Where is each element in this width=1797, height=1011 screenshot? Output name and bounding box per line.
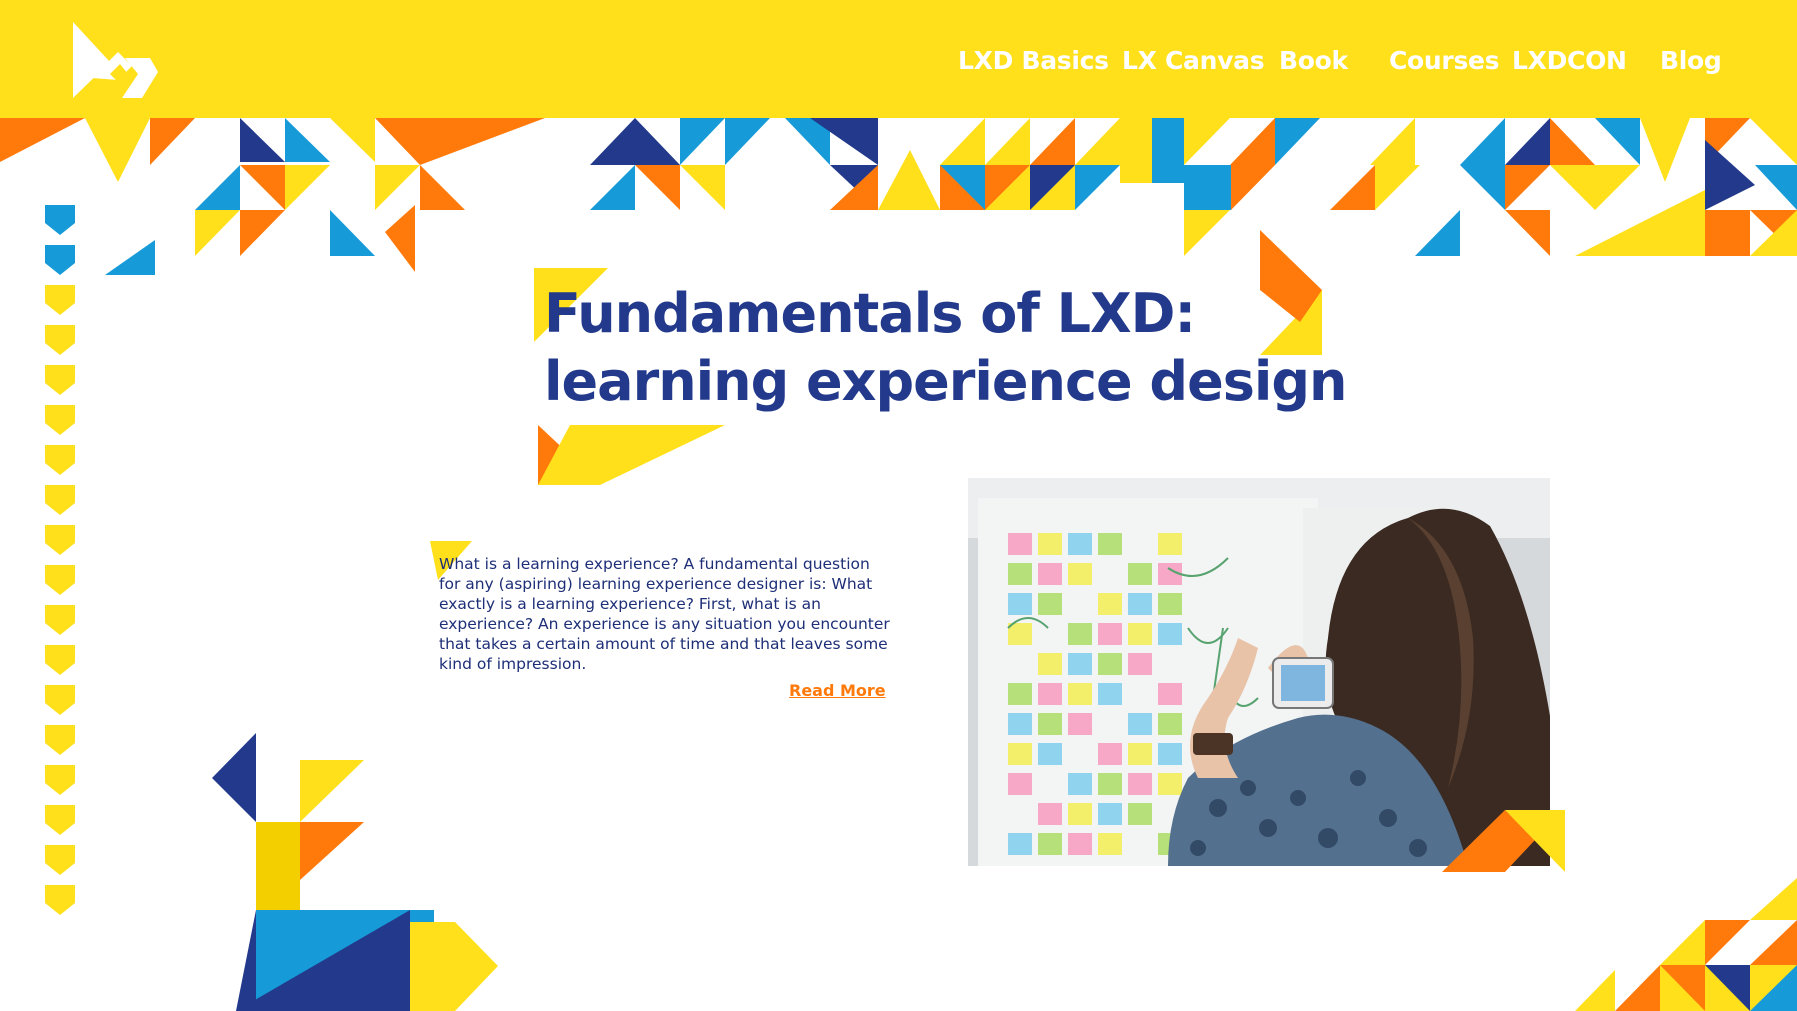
sticky-note <box>1038 563 1062 585</box>
sticky-note <box>1128 593 1152 615</box>
sticky-note <box>1008 833 1032 855</box>
sticky-note <box>1038 743 1062 765</box>
sticky-note <box>1098 653 1122 675</box>
sticky-note <box>1068 653 1092 675</box>
sticky-note <box>1158 713 1182 735</box>
chevron-decoration <box>45 605 75 635</box>
photo-woman-photographing-sticky-notes <box>968 478 1550 866</box>
sticky-note <box>1068 533 1092 555</box>
nav-item-lxdcon[interactable]: LXDCON <box>1512 46 1627 75</box>
nav-item-courses[interactable]: Courses <box>1389 46 1500 75</box>
chevron-decoration <box>45 645 75 675</box>
chevron-decoration <box>45 725 75 755</box>
sticky-note <box>1158 773 1182 795</box>
nav-item-book[interactable]: Book <box>1279 46 1348 75</box>
main-navigation: LXD Basics LX Canvas Book Courses LXDCON… <box>0 46 1797 86</box>
chevron-decoration <box>45 765 75 795</box>
chevron-decoration <box>45 285 75 315</box>
chevron-decoration <box>45 405 75 435</box>
sticky-note <box>1068 803 1092 825</box>
sticky-note <box>1038 803 1062 825</box>
sticky-note <box>1008 593 1032 615</box>
sticky-note <box>1008 623 1032 645</box>
page-title-line-2: learning experience design <box>544 350 1347 413</box>
chevron-decoration <box>45 245 75 275</box>
sticky-note <box>1008 773 1032 795</box>
nav-item-blog[interactable]: Blog <box>1660 46 1722 75</box>
chevron-decoration <box>45 685 75 715</box>
sticky-note <box>1128 713 1152 735</box>
sticky-note <box>1068 563 1092 585</box>
chevron-decoration <box>45 445 75 475</box>
page-title-line-1: Fundamentals of LXD: <box>544 282 1196 345</box>
sticky-note <box>1008 683 1032 705</box>
sticky-note <box>1158 623 1182 645</box>
sticky-note <box>1128 563 1152 585</box>
nav-item-lx-canvas[interactable]: LX Canvas <box>1122 46 1265 75</box>
sticky-note <box>1098 623 1122 645</box>
article-photo <box>968 478 1550 866</box>
sticky-note <box>1038 653 1062 675</box>
sticky-note <box>1098 773 1122 795</box>
chevron-decoration <box>45 525 75 555</box>
sticky-note <box>1098 683 1122 705</box>
sticky-note <box>1038 683 1062 705</box>
chevron-decoration <box>45 805 75 835</box>
sticky-note <box>1128 743 1152 765</box>
sticky-note <box>1128 773 1152 795</box>
read-more-link[interactable]: Read More <box>789 681 886 700</box>
sticky-note <box>1008 743 1032 765</box>
sticky-note <box>1098 533 1122 555</box>
page-title: Fundamentals of LXD: learning experience… <box>544 280 1347 416</box>
sticky-note <box>1158 683 1182 705</box>
sticky-note <box>1128 803 1152 825</box>
sticky-note <box>1128 653 1152 675</box>
sticky-note <box>1098 833 1122 855</box>
sticky-note <box>1008 713 1032 735</box>
sticky-note <box>1068 773 1092 795</box>
article-excerpt: What is a learning experience? A fundame… <box>439 555 890 673</box>
sticky-note <box>1008 533 1032 555</box>
chevron-decoration <box>45 365 75 395</box>
sticky-note <box>1158 593 1182 615</box>
sticky-note <box>1068 713 1092 735</box>
nav-item-lxd-basics[interactable]: LXD Basics <box>958 46 1109 75</box>
sticky-note <box>1038 533 1062 555</box>
sticky-note <box>1038 593 1062 615</box>
chevron-decoration <box>45 565 75 595</box>
chevron-decoration <box>45 845 75 875</box>
chevron-decoration <box>45 205 75 235</box>
sticky-note <box>1158 533 1182 555</box>
sticky-note <box>1038 713 1062 735</box>
sticky-note <box>1098 593 1122 615</box>
sticky-note <box>1068 623 1092 645</box>
sticky-note <box>1008 563 1032 585</box>
chevron-decoration <box>45 485 75 515</box>
sticky-note <box>1038 833 1062 855</box>
sticky-note <box>1128 623 1152 645</box>
chevron-decoration <box>45 885 75 915</box>
sticky-note <box>1068 683 1092 705</box>
sticky-note <box>1098 743 1122 765</box>
sticky-note <box>1068 833 1092 855</box>
chevron-decoration <box>45 325 75 355</box>
sticky-note <box>1098 803 1122 825</box>
sticky-note <box>1158 743 1182 765</box>
